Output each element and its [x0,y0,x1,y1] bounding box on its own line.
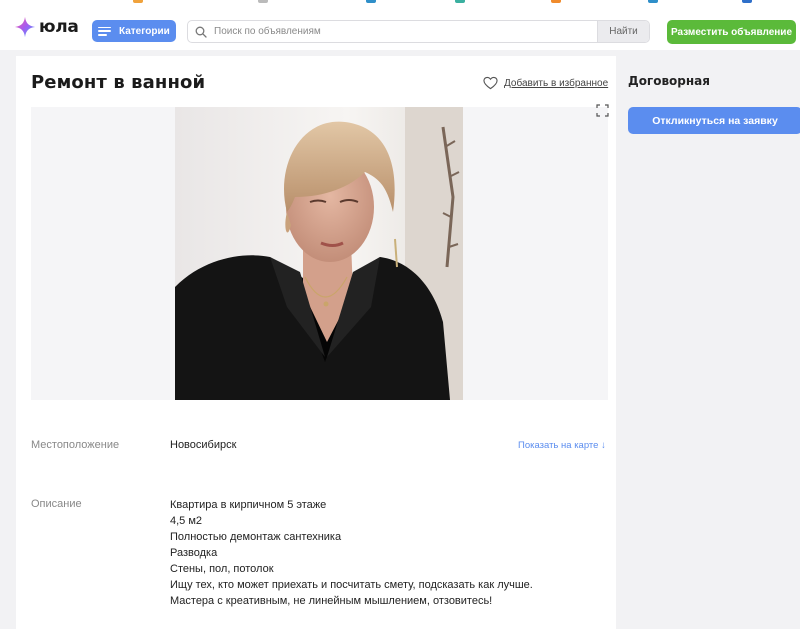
search-input[interactable] [214,21,594,42]
description-line: Квартира в кирпичном 5 этаже [170,499,327,511]
fullscreen-icon[interactable] [596,104,609,117]
site-header: юла Категории Найти Разместить объявлени… [0,4,800,50]
star-icon [14,16,36,38]
listing-card: Ремонт в ванной Добавить в избранное Мес… [16,56,616,629]
respond-button[interactable]: Откликнуться на заявку [628,107,800,134]
description-line: 4,5 м2 [170,515,203,527]
categories-button[interactable]: Категории [92,20,176,42]
search-button[interactable]: Найти [597,21,649,42]
description-line: Стены, пол, потолок [170,563,274,575]
page-title: Ремонт в ванной [31,72,206,93]
price: Договорная [628,74,710,88]
photo-gallery[interactable] [31,107,608,400]
menu-icon [98,26,111,36]
logo-text: юла [39,17,79,37]
heart-icon [483,76,498,90]
categories-label: Категории [119,25,170,37]
logo[interactable]: юла [14,14,79,40]
description-text: Квартира в кирпичном 5 этаже 4,5 м2 Полн… [170,497,533,609]
search-bar: Найти [187,20,650,43]
location-value: Новосибирск [170,439,237,451]
search-icon [195,26,207,38]
portrait-image [175,107,463,400]
post-ad-button[interactable]: Разместить объявление [667,20,796,44]
description-line: Ищу тех, кто может приехать и посчитать … [170,579,533,591]
favorite-label: Добавить в избранное [504,77,609,89]
location-label: Местоположение [31,439,120,451]
description-label: Описание [31,498,82,510]
description-line: Мастера с креативным, не линейным мышлен… [170,595,493,607]
show-on-map-link[interactable]: Показать на карте ↓ [518,440,606,451]
listing-photo[interactable] [175,107,463,400]
add-to-favorites-button[interactable]: Добавить в избранное [483,76,608,90]
description-line: Разводка [170,547,218,559]
description-line: Полностью демонтаж сантехника [170,531,342,543]
